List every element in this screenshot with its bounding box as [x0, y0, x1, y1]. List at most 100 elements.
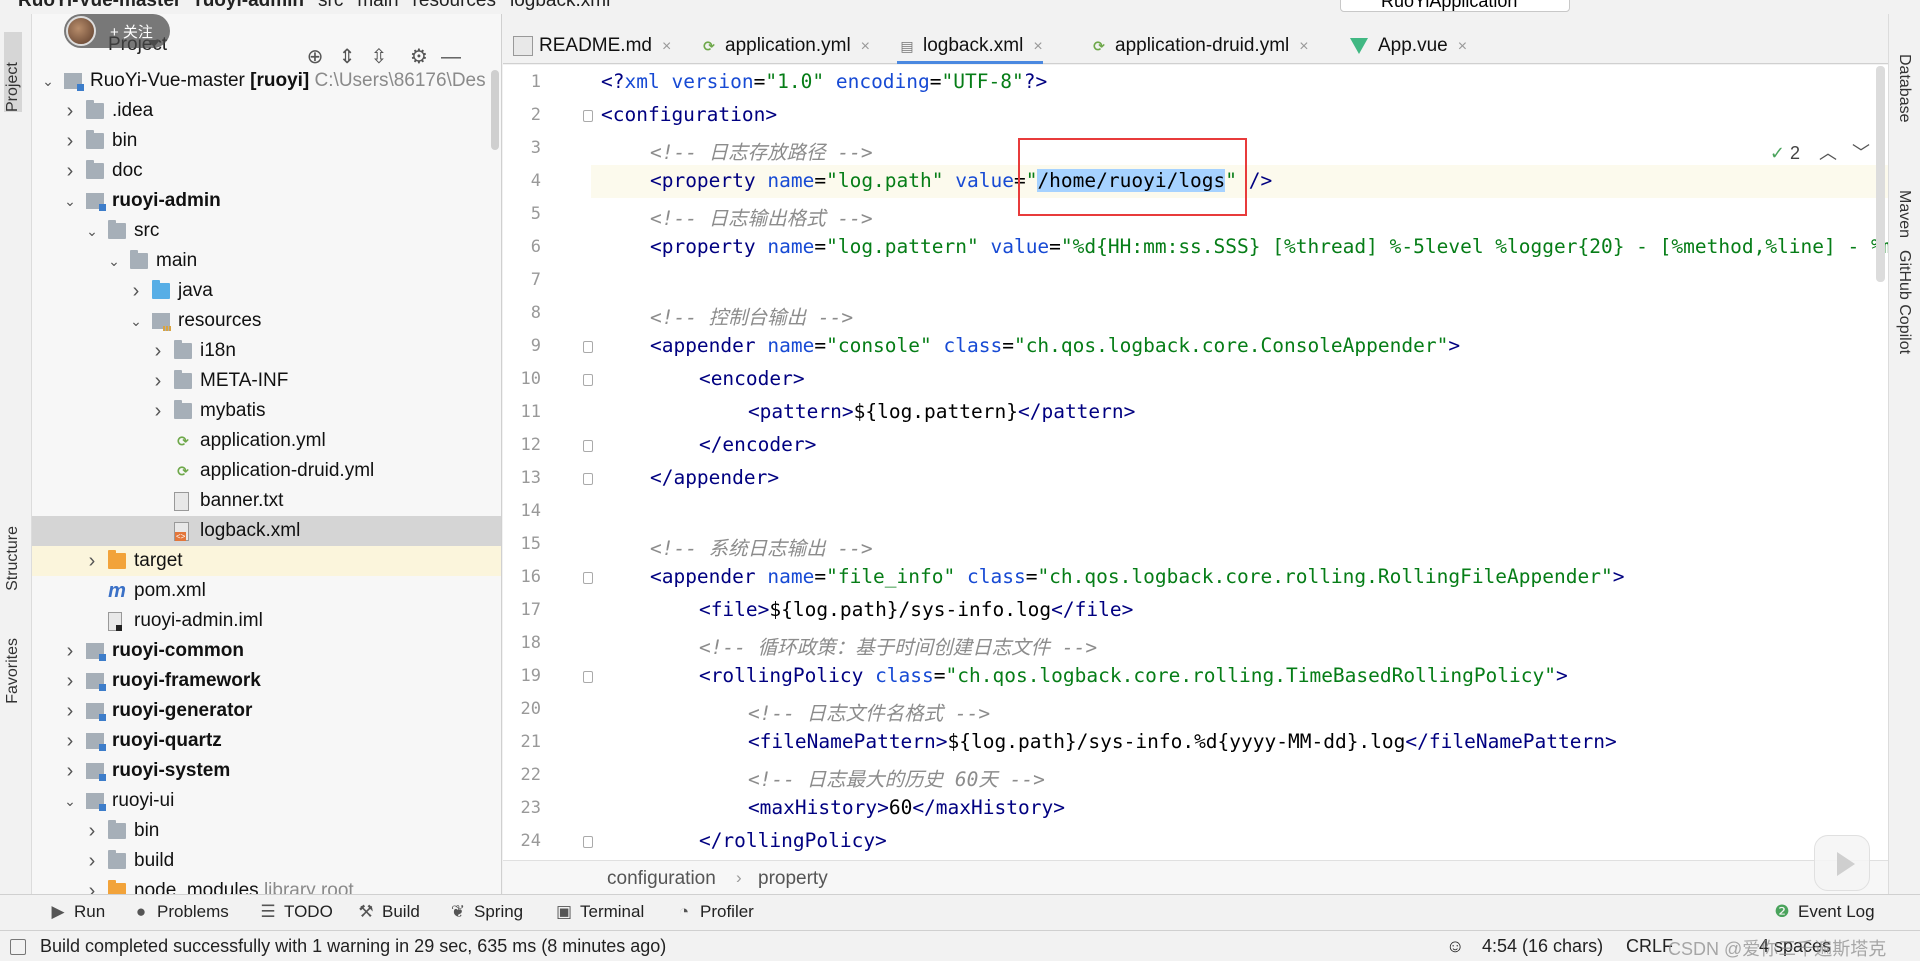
breadcrumb-item-property[interactable]: property [758, 868, 828, 890]
tree-item[interactable]: › .idea [32, 96, 501, 126]
nav-crumb[interactable]: RuoYi-Vue-master [18, 0, 181, 11]
chevron-right-icon[interactable]: › [62, 156, 78, 186]
fold-marker-icon[interactable] [583, 671, 593, 683]
chevron-right-icon[interactable]: › [62, 636, 78, 666]
chevron-down-icon[interactable]: ⌄ [62, 786, 78, 816]
chevron-right-icon[interactable]: › [84, 816, 100, 846]
chevron-down-icon[interactable]: ⌄ [84, 216, 100, 246]
chevron-right-icon[interactable]: › [150, 366, 166, 396]
caret-position[interactable]: 4:54 (16 chars) [1482, 936, 1603, 957]
chevron-down-icon[interactable]: ⌄ [128, 306, 144, 336]
chevron-right-icon[interactable]: › [62, 696, 78, 726]
vertical-scrollbar[interactable] [1876, 66, 1885, 282]
tree-item[interactable]: ⌄ RuoYi-Vue-master [ruoyi] C:\Users\86176… [32, 66, 501, 96]
tree-item[interactable]: ⌄ main [32, 246, 501, 276]
editor-tab[interactable]: ▤ logback.xml × [897, 30, 1043, 64]
chevron-right-icon[interactable]: › [62, 756, 78, 786]
chevron-right-icon[interactable]: › [150, 336, 166, 366]
editor-tab[interactable]: App.vue × [1350, 30, 1467, 64]
chevron-right-icon[interactable]: › [62, 96, 78, 126]
tool-tab-project[interactable]: Project [4, 32, 22, 112]
tree-item[interactable]: › ruoyi-system [32, 756, 501, 786]
nav-crumb[interactable]: logback.xml [510, 0, 610, 11]
editor-tab[interactable]: ⟳ application.yml × [699, 30, 870, 64]
tool-tab-structure[interactable]: Structure [4, 526, 22, 591]
tool-window-toggle-icon[interactable] [10, 939, 26, 955]
status-message[interactable]: Build completed successfully with 1 warn… [40, 936, 666, 957]
tool-window-build[interactable]: ⚒ Build [356, 902, 419, 922]
tool-window-profiler[interactable]: ◔ Profiler [674, 902, 754, 922]
tool-window-event-log[interactable]: ❷ Event Log [1772, 902, 1874, 922]
chevron-down-icon[interactable]: ﹀ [1852, 143, 1870, 163]
chevron-right-icon[interactable]: › [84, 876, 100, 894]
tree-item[interactable]: › java [32, 276, 501, 306]
tree-item[interactable]: m pom.xml [32, 576, 501, 606]
tool-window-todo[interactable]: ☰ TODO [258, 902, 332, 922]
tree-item[interactable]: › ruoyi-quartz [32, 726, 501, 756]
tree-item[interactable]: ⌄ resources [32, 306, 501, 336]
close-icon[interactable]: × [1033, 38, 1042, 55]
fold-marker-icon[interactable] [583, 341, 593, 353]
tree-item[interactable]: › META-INF [32, 366, 501, 396]
tree-scrollbar[interactable] [491, 70, 499, 150]
tool-window-spring[interactable]: ❦ Spring [448, 902, 523, 922]
chevron-right-icon[interactable]: › [150, 396, 166, 426]
close-icon[interactable]: × [662, 38, 671, 55]
tool-tab-maven[interactable]: Maven [1895, 190, 1913, 238]
tree-item[interactable]: › bin [32, 126, 501, 156]
tree-item[interactable]: › build [32, 846, 501, 876]
chevron-down-icon[interactable]: ⌄ [106, 246, 122, 276]
tree-item[interactable]: ⌄ ruoyi-admin [32, 186, 501, 216]
tree-item[interactable]: banner.txt [32, 486, 501, 516]
tree-item[interactable]: logback.xml [32, 516, 501, 546]
nav-crumb[interactable]: main [357, 0, 398, 11]
inspection-widget[interactable]: ✓ 2 ︿ ﹀ [1770, 139, 1870, 165]
fold-marker-icon[interactable] [583, 440, 593, 452]
nav-crumb[interactable]: ruoyi-admin [195, 0, 304, 11]
tree-item[interactable]: › i18n [32, 336, 501, 366]
fold-marker-icon[interactable] [583, 473, 593, 485]
chevron-down-icon[interactable]: ⌄ [62, 186, 78, 216]
locate-file-icon[interactable]: ⊕ [304, 46, 326, 68]
line-separator[interactable]: CRLF [1626, 936, 1673, 957]
chevron-right-icon[interactable]: › [62, 726, 78, 756]
tree-item[interactable]: › bin [32, 816, 501, 846]
tool-tab-database[interactable]: Database [1895, 54, 1913, 123]
collapse-all-icon[interactable]: ⇳ [368, 46, 390, 68]
tree-item[interactable]: ruoyi-admin.iml [32, 606, 501, 636]
chevron-right-icon[interactable]: › [84, 546, 100, 576]
editor-tab[interactable]: ⟳ application-druid.yml × [1089, 30, 1308, 64]
run-configuration-select[interactable]: RuoYiApplication [1340, 0, 1570, 12]
tree-item[interactable]: › ruoyi-generator [32, 696, 501, 726]
tree-item[interactable]: ⟳ application-druid.yml [32, 456, 501, 486]
follow-badge[interactable]: + 关注 [64, 14, 170, 48]
close-icon[interactable]: × [861, 38, 870, 55]
tree-item[interactable]: ⌄ src [32, 216, 501, 246]
tree-item[interactable]: › mybatis [32, 396, 501, 426]
chevron-right-icon[interactable]: › [84, 846, 100, 876]
breadcrumb-item-configuration[interactable]: configuration [607, 868, 716, 890]
tool-window-terminal[interactable]: ▣ Terminal [554, 902, 644, 922]
tree-item[interactable]: › ruoyi-common [32, 636, 501, 666]
chevron-right-icon[interactable]: › [128, 276, 144, 306]
close-icon[interactable]: × [1458, 38, 1467, 55]
tree-item[interactable]: › doc [32, 156, 501, 186]
chevron-right-icon[interactable]: › [62, 666, 78, 696]
chevron-right-icon[interactable]: › [62, 126, 78, 156]
tool-window-problems[interactable]: ● Problems [131, 902, 229, 922]
user-icon[interactable]: ☺ [1446, 936, 1464, 957]
tool-window-run[interactable]: ▶ Run [48, 902, 105, 922]
chevron-up-icon[interactable]: ︿ [1819, 143, 1837, 163]
expand-all-icon[interactable]: ⇕ [336, 46, 358, 68]
tree-item[interactable]: › ruoyi-framework [32, 666, 501, 696]
nav-crumb[interactable]: src [318, 0, 343, 11]
tree-item[interactable]: › node_modules library root [32, 876, 501, 894]
fold-marker-icon[interactable] [583, 110, 593, 122]
close-icon[interactable]: × [1299, 38, 1308, 55]
fold-marker-icon[interactable] [583, 374, 593, 386]
fold-marker-icon[interactable] [583, 572, 593, 584]
tool-tab-github-copilot[interactable]: GitHub Copilot [1895, 250, 1913, 354]
tree-item[interactable]: ⌄ ruoyi-ui [32, 786, 501, 816]
fold-marker-icon[interactable] [583, 836, 593, 848]
chevron-down-icon[interactable]: ⌄ [40, 66, 56, 96]
